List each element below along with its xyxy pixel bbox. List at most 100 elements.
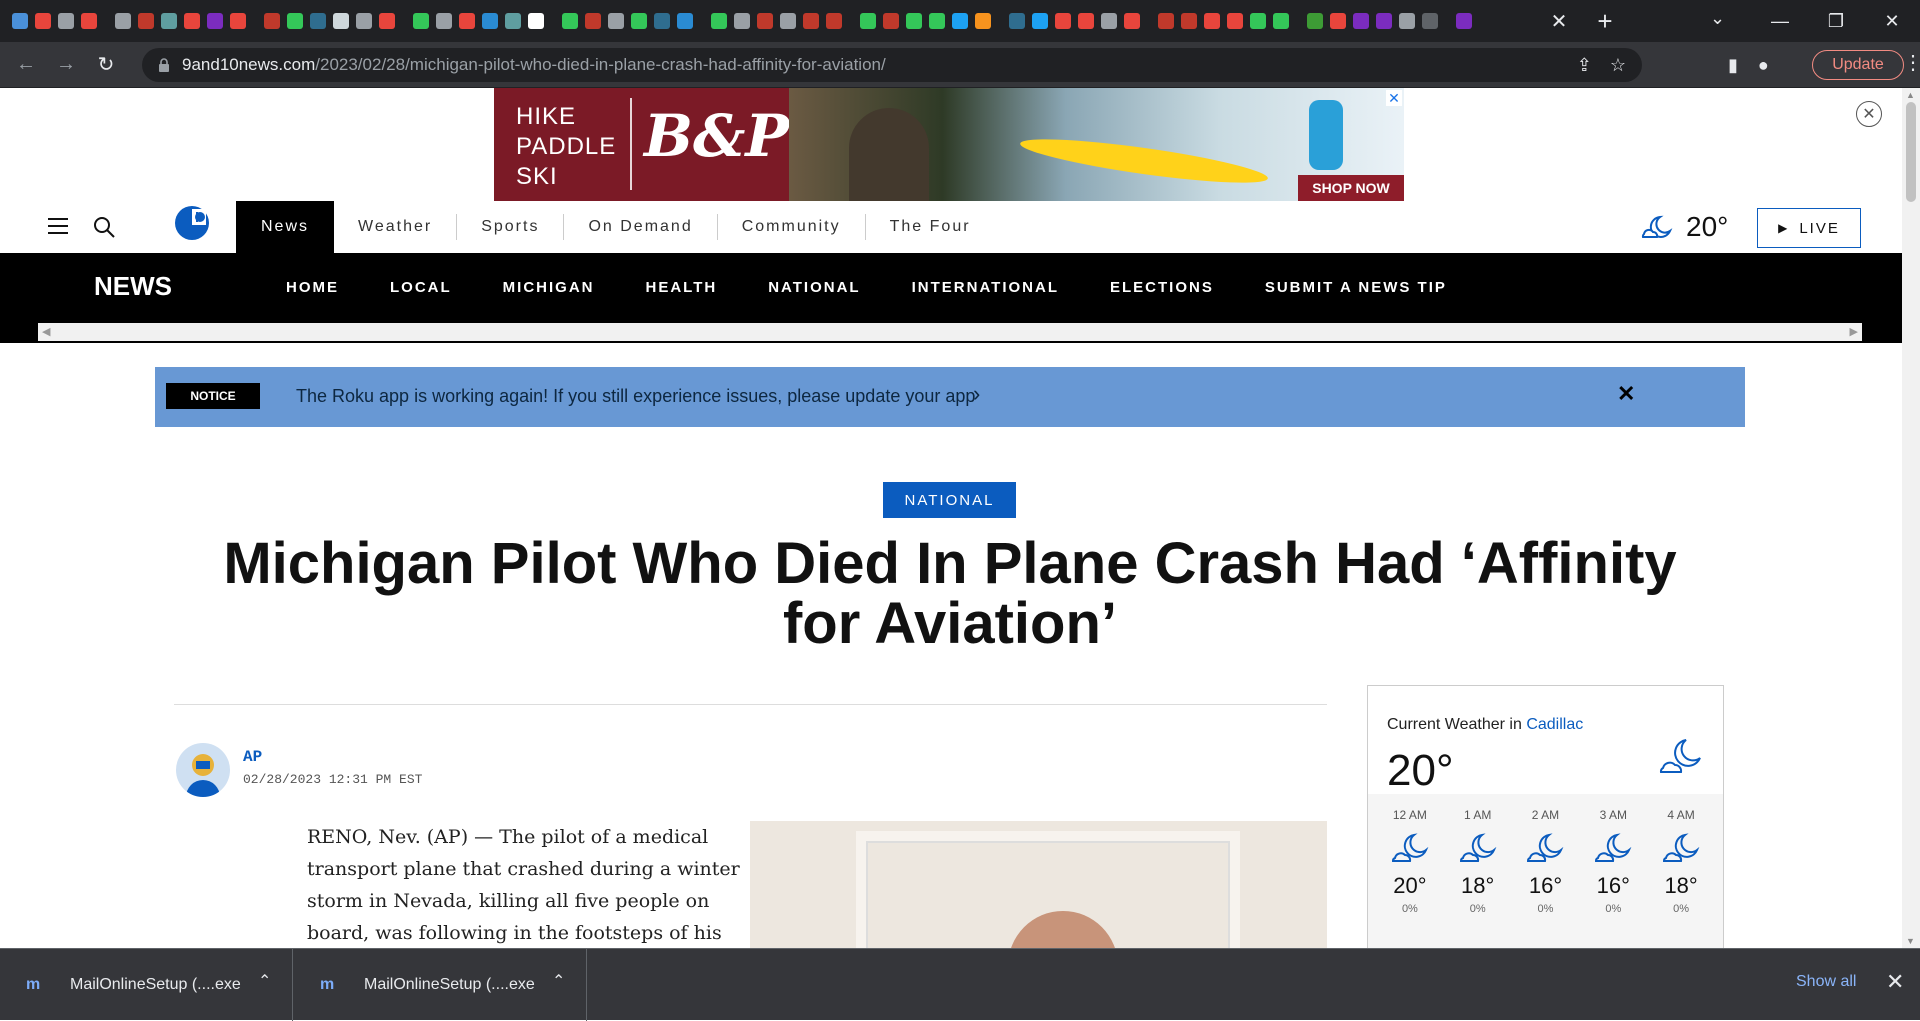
tab-favicon-icon[interactable] [287,13,303,29]
site-logo-icon[interactable] [172,203,212,243]
tab-favicon-icon[interactable] [1158,13,1174,29]
tab-favicon-icon[interactable] [505,13,521,29]
section-title[interactable]: NEWS [94,271,172,302]
live-button[interactable]: ▶ LIVE [1757,208,1861,248]
new-tab-button[interactable]: + [1588,4,1622,38]
scrollbar-thumb[interactable] [1906,102,1916,202]
notice-text[interactable]: The Roku app is working again! If you st… [296,386,975,407]
minimize-icon[interactable]: — [1752,11,1808,32]
notice-close-icon[interactable]: ✕ [1617,381,1635,407]
tab-favicon-icon[interactable] [929,13,945,29]
tab-favicon-icon[interactable] [184,13,200,29]
section-item-home[interactable]: HOME [286,279,339,296]
tab-favicon-icon[interactable] [310,13,326,29]
tab-favicon-icon[interactable] [803,13,819,29]
tab-favicon-icon[interactable] [81,13,97,29]
close-icon[interactable]: ✕ [1544,6,1574,36]
tab-favicon-icon[interactable] [138,13,154,29]
tab-favicon-icon[interactable] [230,13,246,29]
window-close-icon[interactable]: ✕ [1864,11,1920,32]
tab-favicon-icon[interactable] [585,13,601,29]
ad-shop-now-button[interactable]: SHOP NOW [1298,175,1404,201]
tab-favicon-icon[interactable] [826,13,842,29]
scroll-right-icon[interactable]: ▶ [1850,325,1858,338]
tab-favicon-icon[interactable] [436,13,452,29]
side-panel-icon[interactable]: ▮ [1728,55,1738,76]
tab-favicon-icon[interactable] [1422,13,1438,29]
tab-favicon-icon[interactable] [161,13,177,29]
section-item-submit-tip[interactable]: SUBMIT A NEWS TIP [1265,279,1447,296]
section-item-elections[interactable]: ELECTIONS [1110,279,1214,296]
tab-favicon-icon[interactable] [1181,13,1197,29]
tab-favicon-icon[interactable] [207,13,223,29]
tab-favicon-icon[interactable] [1330,13,1346,29]
share-icon[interactable]: ⇪ [1577,55,1592,76]
section-item-local[interactable]: LOCAL [390,279,452,296]
ad-dismiss-icon[interactable]: ✕ [1856,101,1882,127]
weather-city-link[interactable]: Cadillac [1526,716,1583,733]
tab-search-chevron-icon[interactable]: ⌄ [1710,8,1725,29]
tab-favicon-icon[interactable] [1227,13,1243,29]
tab-favicon-icon[interactable] [975,13,991,29]
tab-favicon-icon[interactable] [115,13,131,29]
tab-favicon-icon[interactable] [654,13,670,29]
back-icon[interactable]: ← [6,53,46,76]
tab-favicon-icon[interactable] [780,13,796,29]
tab-favicon-icon[interactable] [1009,13,1025,29]
menu-kebab-icon[interactable]: ⋮ [1903,50,1920,75]
tab-favicon-icon[interactable] [952,13,968,29]
tab-favicon-icon[interactable] [906,13,922,29]
hamburger-menu-icon[interactable] [48,218,68,234]
tab-favicon-icon[interactable] [860,13,876,29]
notice-banner[interactable]: NOTICE The Roku app is working again! If… [155,367,1745,427]
tab-favicon-icon[interactable] [528,13,544,29]
tab-favicon-icon[interactable] [1078,13,1094,29]
ad-close-icon[interactable]: ✕ [1386,90,1402,106]
tab-favicon-icon[interactable] [562,13,578,29]
tab-favicon-icon[interactable] [1353,13,1369,29]
tab-favicon-icon[interactable] [608,13,624,29]
tab-favicon-icon[interactable] [631,13,647,29]
article-photo[interactable] [750,821,1327,948]
tab-favicon-icon[interactable] [1273,13,1289,29]
tab-community[interactable]: Community [716,214,865,240]
chevron-up-icon[interactable]: ⌃ [258,971,271,991]
tab-favicon-icon[interactable] [1124,13,1140,29]
chevron-up-icon[interactable]: ⌃ [552,971,565,991]
download-item[interactable]: m MailOnlineSetup (....exe ⌃ [294,949,587,1021]
tab-favicon-icon[interactable] [1204,13,1220,29]
show-all-button[interactable]: Show all [1796,973,1856,991]
category-tag[interactable]: NATIONAL [883,482,1016,518]
section-item-international[interactable]: INTERNATIONAL [912,279,1059,296]
tab-favicon-icon[interactable] [379,13,395,29]
tab-favicon-icon[interactable] [757,13,773,29]
tab-favicon-icon[interactable] [677,13,693,29]
tab-favicon-icon[interactable] [35,13,51,29]
tab-favicon-icon[interactable] [333,13,349,29]
author-name[interactable]: AP [243,748,262,766]
profile-icon[interactable]: ● [1758,55,1769,76]
download-bar-close-icon[interactable]: ✕ [1886,969,1904,995]
tab-favicon-icon[interactable] [264,13,280,29]
tab-favicon-icon[interactable] [883,13,899,29]
tab-favicon-icon[interactable] [1376,13,1392,29]
scroll-up-icon[interactable]: ▲ [1906,90,1915,100]
tab-favicon-icon[interactable] [1456,13,1472,29]
tab-the-four[interactable]: The Four [864,214,995,240]
ad-banner[interactable]: HIKE PADDLE SKI B&P SHOP NOW ✕ [494,88,1404,201]
tab-news[interactable]: News [236,201,335,253]
page-scrollbar[interactable]: ▲ ▼ [1902,88,1920,948]
section-item-national[interactable]: NATIONAL [768,279,860,296]
tab-sports[interactable]: Sports [456,214,563,240]
tab-favicon-icon[interactable] [413,13,429,29]
tab-favicon-icon[interactable] [356,13,372,29]
weather-widget[interactable]: Current Weather in Cadillac 20° 12 AM 20°… [1367,685,1724,948]
reload-icon[interactable]: ↻ [86,52,126,77]
author-avatar[interactable] [176,743,230,797]
tab-favicon-icon[interactable] [711,13,727,29]
restore-icon[interactable]: ❐ [1808,11,1864,32]
tab-favicon-icon[interactable] [1250,13,1266,29]
tab-favicon-icon[interactable] [1032,13,1048,29]
tab-favicon-icon[interactable] [12,13,28,29]
scroll-down-icon[interactable]: ▼ [1906,936,1915,946]
